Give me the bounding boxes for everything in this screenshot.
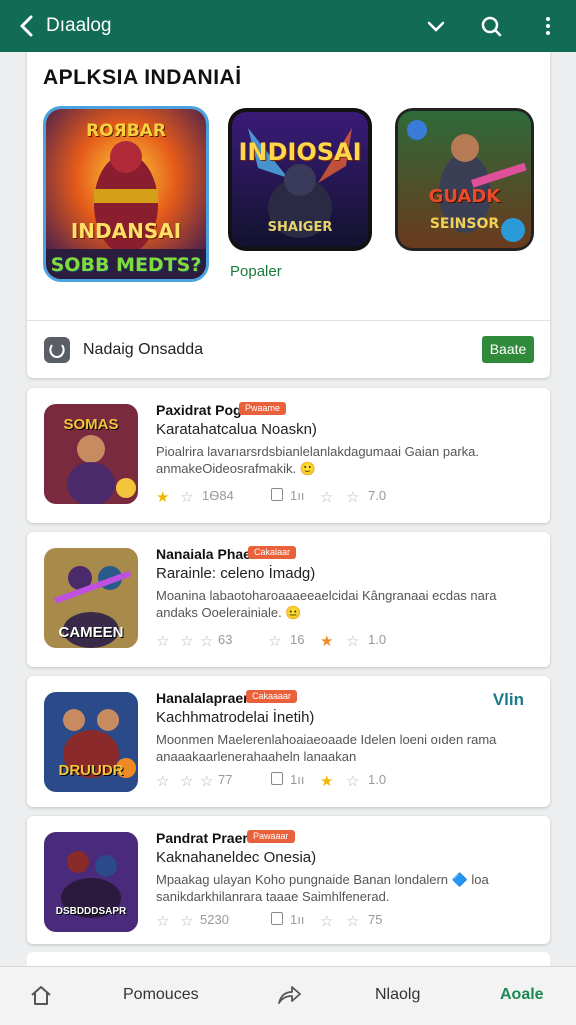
- comment-icon: [271, 772, 283, 785]
- nav-item-nlaolg[interactable]: Nlaolg: [375, 986, 420, 1004]
- item-name: Paxidrat Pogr: [156, 402, 248, 418]
- item-badge[interactable]: Vlin: [493, 690, 524, 710]
- item-tag: Pawaaar: [247, 830, 295, 843]
- featured-banner-3[interactable]: GUADK SEINSOR: [395, 108, 534, 251]
- star-icon: ☆: [320, 912, 334, 930]
- featured-footer-label: Nadaig Onsadda: [83, 341, 204, 358]
- star-icon: ★: [320, 772, 334, 790]
- chevron-down-icon[interactable]: [424, 14, 448, 38]
- bottom-nav: Pomouces Nlaolg Aoale: [0, 966, 576, 1025]
- item-rating-value: 1Ѳ84: [202, 488, 234, 503]
- star-icon: ★: [320, 632, 334, 650]
- item-tag: Pwaame: [239, 402, 287, 415]
- item-score: 1.0: [368, 772, 387, 787]
- star-icon: ☆: [156, 912, 170, 930]
- banner-2-top-text: INDIOSAI: [238, 138, 362, 166]
- item-subtitle: Rarainle: celeno İmadg): [156, 565, 316, 582]
- item-thumbnail-text: CAMEEN: [58, 624, 124, 641]
- featured-card: APLKSIA INDANIAİ ROЯBAR INDANSAI SOBB ME…: [27, 52, 550, 378]
- item-meta: ☆ ☆ ☆ 77 1ıı ★ ☆ 1.0: [156, 772, 536, 792]
- item-thumbnail-text: SOMAS: [63, 416, 119, 433]
- item-thumbnail-text: DRUUDR: [58, 762, 124, 779]
- item-description: Moonmen Maelerenlahoaiaeoaade Idelen loe…: [156, 732, 497, 764]
- star-icon: ☆: [346, 912, 360, 930]
- featured-banner-2[interactable]: INDIOSAI SHAIGER: [228, 108, 372, 251]
- list-item[interactable]: DRUUDR Hanalalapraer Cakaaaar Vlin Kachh…: [27, 676, 550, 807]
- star-icon: ☆: [320, 488, 334, 506]
- more-vert-icon[interactable]: [536, 14, 560, 38]
- item-description: Mpaakag ulayan Koho pungnaide Banan lond…: [156, 872, 489, 904]
- item-meta: ☆ ☆ 5230 1ıı ☆ ☆ 75: [156, 912, 536, 932]
- star-icon: ☆: [180, 488, 194, 506]
- comment-icon: [271, 488, 283, 501]
- nav-item-aoale[interactable]: Aoale: [500, 986, 544, 1004]
- star-icon: ☆: [346, 488, 360, 506]
- star-icon: ☆: [156, 772, 170, 790]
- item-comment-count: 1ıı: [290, 772, 305, 787]
- star-icon: ☆: [180, 912, 194, 930]
- item-name: Hanalalapraer: [156, 690, 249, 706]
- banner-3-bottom-text: SEINSOR: [429, 216, 500, 232]
- divider: [27, 320, 550, 321]
- item-score: 75: [368, 912, 383, 927]
- banner-1-top-text: ROЯBAR: [86, 121, 166, 141]
- nav-item-pomouces[interactable]: Pomouces: [123, 986, 199, 1004]
- item-comment-count: 16: [290, 632, 305, 647]
- back-arrow-icon[interactable]: [14, 12, 42, 40]
- featured-action-button[interactable]: Baate: [482, 336, 534, 363]
- star-icon: ☆: [268, 632, 282, 650]
- item-comment-count: 1ıı: [290, 912, 305, 927]
- popular-label[interactable]: Popaler: [230, 263, 282, 280]
- item-subtitle: Kachhmatrodelai İnetih): [156, 709, 315, 726]
- item-rating-value: 77: [218, 772, 233, 787]
- app-bar: Dıaalog: [0, 0, 576, 52]
- star-icon: ☆: [156, 632, 170, 650]
- comment-icon: [271, 912, 283, 925]
- list-item[interactable]: CAMEEN Nanaiala Phaer Cakalaar Rarainle:…: [27, 532, 550, 667]
- star-icon: ☆: [180, 772, 194, 790]
- item-rating-value: 63: [218, 632, 233, 647]
- item-description: Moanina labaotoharoaaaeeaelcidai Kângran…: [156, 588, 497, 620]
- item-subtitle: Karatahatcalua Noaskn): [156, 421, 317, 438]
- item-meta: ★ ☆ 1Ѳ84 1ıı ☆ ☆ 7.0: [156, 488, 536, 508]
- item-meta: ☆ ☆ ☆ 63 ☆ 16 ★ ☆ 1.0: [156, 632, 536, 652]
- item-tag: Cakalaar: [248, 546, 297, 559]
- featured-banner-1[interactable]: ROЯBAR INDANSAI SOBB MEDTS?: [43, 106, 209, 282]
- item-description: Pioalrira lavarıarsrdsbianlelanlakdaguma…: [156, 444, 480, 476]
- item-subtitle: Kaknahaneldec Onesia): [156, 849, 317, 866]
- item-thumbnail-text: DSBDDDSAPR: [55, 906, 127, 917]
- star-icon: ☆: [180, 632, 194, 650]
- item-rating-value: 5230: [200, 912, 229, 927]
- list-item-peek: [27, 952, 550, 966]
- item-name: Nanaiala Phaer: [156, 546, 257, 562]
- item-tag: Cakaaaar: [246, 690, 298, 703]
- share-icon[interactable]: [276, 983, 302, 1007]
- star-icon: ☆: [346, 632, 360, 650]
- list-item[interactable]: SOMAS Paxidrat Pogr Pwaame Karatahatcalu…: [27, 388, 550, 523]
- item-score: 1.0: [368, 632, 387, 647]
- banner-1-mid-text: INDANSAI: [70, 219, 182, 243]
- app-title: Dıaalog: [46, 15, 112, 36]
- banner-2-bottom-text: SHAIGER: [267, 220, 333, 235]
- star-icon: ☆: [200, 772, 214, 790]
- star-icon: ☆: [346, 772, 360, 790]
- item-thumbnail: DSBDDDSAPR: [44, 832, 138, 932]
- star-icon: ★: [156, 488, 170, 506]
- list-item[interactable]: DSBDDDSAPR Pandrat Praer Pawaaar Kaknaha…: [27, 816, 550, 944]
- item-thumbnail: CAMEEN: [44, 548, 138, 648]
- item-score: 7.0: [368, 488, 387, 503]
- item-thumbnail: DRUUDR: [44, 692, 138, 792]
- item-comment-count: 1ıı: [290, 488, 305, 503]
- home-icon[interactable]: [29, 983, 53, 1007]
- item-name: Pandrat Praer: [156, 830, 248, 846]
- banner-3-top-text: GUADK: [428, 186, 501, 207]
- search-icon[interactable]: [479, 14, 503, 38]
- banner-1-bottom-text: SOBB MEDTS?: [50, 254, 202, 276]
- featured-heading: APLKSIA INDANIAİ: [43, 66, 242, 89]
- item-thumbnail: SOMAS: [44, 404, 138, 504]
- app-icon: [44, 337, 70, 363]
- star-icon: ☆: [200, 632, 214, 650]
